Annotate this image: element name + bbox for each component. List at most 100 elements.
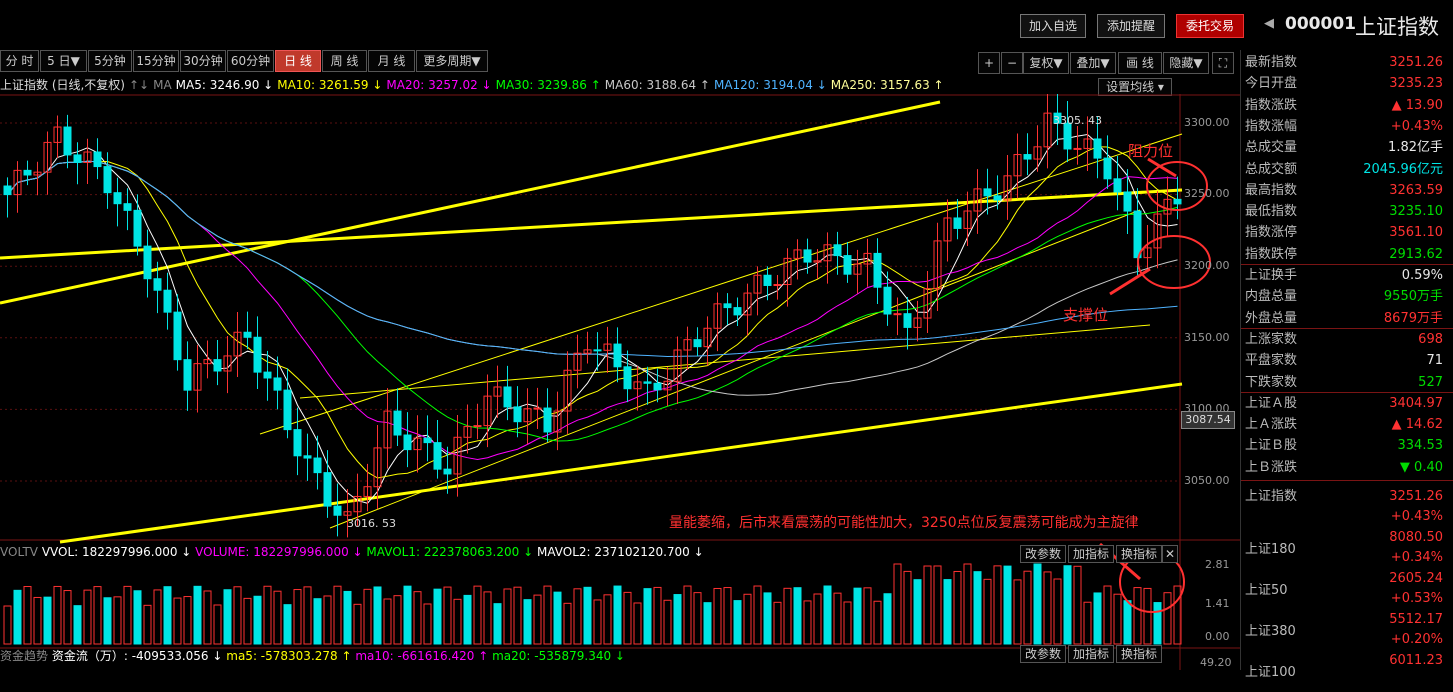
period-tab[interactable]: 周 线: [322, 50, 367, 72]
quote-key: 今日开盘: [1245, 76, 1298, 92]
ma-line: [7, 160, 1178, 396]
index-row[interactable]: 上证180 8080.50 +0.34%: [1245, 527, 1449, 569]
chart-tool-button[interactable]: 画 线: [1118, 52, 1162, 74]
candle-body: [1063, 122, 1072, 150]
mavol1-value: MAVOL1: 222378063.200 ↓: [366, 545, 534, 559]
volume-bar: [123, 585, 132, 645]
volume-bar: [53, 585, 62, 645]
volume-bar: [293, 589, 302, 645]
volume-params-button[interactable]: 改参数: [1020, 545, 1066, 563]
volume-switch-indicator-button[interactable]: 换指标: [1116, 545, 1162, 563]
candle-body: [803, 249, 812, 263]
period-tab[interactable]: 30分钟: [180, 50, 226, 72]
quote-key: 总成交额: [1245, 161, 1298, 177]
trend-line: [299, 324, 1151, 399]
volume-bar: [823, 585, 832, 645]
volume-bar: [593, 599, 602, 645]
add-alert-button[interactable]: 添加提醒: [1097, 14, 1165, 38]
volume-bar: [663, 599, 672, 645]
period-tab[interactable]: 日 线: [275, 50, 321, 72]
volume-bar: [493, 603, 502, 645]
candle-body: [103, 166, 112, 194]
trade-button[interactable]: 委托交易: [1176, 14, 1244, 38]
add-watchlist-button[interactable]: 加入自选: [1020, 14, 1086, 38]
volume-bar: [523, 599, 532, 645]
close-icon[interactable]: ✕: [1162, 545, 1178, 563]
index-row[interactable]: 上证100 6011.23: [1245, 650, 1449, 692]
ma-label: MA: [153, 78, 172, 92]
volume-bar: [43, 596, 52, 645]
volume-bar: [1053, 578, 1062, 645]
flow-params-button[interactable]: 改参数: [1020, 645, 1066, 663]
chart-tool-button[interactable]: +: [978, 52, 1000, 74]
volume-bar: [63, 590, 72, 645]
period-tab[interactable]: 60分钟: [227, 50, 274, 72]
index-key: 上证100: [1245, 665, 1296, 680]
index-value: 8080.50: [1389, 530, 1443, 545]
candle-body: [393, 410, 402, 436]
period-tab[interactable]: 分 时: [0, 50, 39, 72]
candle-body: [733, 307, 742, 316]
volume-bar: [413, 591, 422, 645]
candle-body: [73, 154, 82, 163]
period-tab[interactable]: 月 线: [368, 50, 415, 72]
analysis-comment: 量能萎缩，后市来看震荡的可能性加大，3250点位反复震荡可能成为主旋律: [669, 515, 1139, 531]
volume-bar: [133, 590, 142, 645]
quote-value: 3404.97: [1389, 395, 1443, 411]
volume-bar: [773, 601, 782, 645]
volume-bar: [963, 563, 972, 645]
y-axis-label: 3200.00: [1184, 259, 1230, 272]
volume-bar: [313, 598, 322, 645]
ma-line: [7, 160, 1178, 460]
volume-bar: [1113, 593, 1122, 645]
period-tab[interactable]: 更多周期▼: [416, 50, 488, 72]
candle-body: [313, 457, 322, 474]
volume-bar: [263, 585, 272, 645]
volume-bar: [813, 593, 822, 645]
candle-body: [503, 386, 512, 408]
volume-bar: [383, 598, 392, 645]
flow-switch-indicator-button[interactable]: 换指标: [1116, 645, 1162, 663]
period-tab[interactable]: 5 日▼: [40, 50, 87, 72]
quote-key: 上Ｂ涨跌: [1245, 459, 1298, 475]
volume-bar: [803, 600, 812, 645]
chart-tool-button[interactable]: 隐藏▼: [1163, 52, 1209, 74]
volume-bar: [763, 592, 772, 645]
quote-value: +0.43%: [1390, 118, 1443, 134]
candle-body: [893, 313, 902, 316]
high-label: 3305. 43: [1053, 114, 1102, 127]
volume-bar: [253, 595, 262, 645]
chart-tool-button[interactable]: ⛶: [1212, 52, 1234, 74]
quote-value: 9550万手: [1383, 289, 1443, 305]
flow-add-indicator-button[interactable]: 加指标: [1068, 645, 1114, 663]
candle-body: [123, 203, 132, 211]
volume-bar: [13, 589, 22, 645]
resistance-label: 阻力位: [1128, 142, 1174, 160]
chart-tool-button[interactable]: 复权▼: [1023, 52, 1069, 74]
quote-key: 内盘总量: [1245, 289, 1298, 305]
toggle-icon[interactable]: ↑↓: [129, 78, 149, 92]
candle-body: [723, 303, 732, 309]
index-row[interactable]: 上证50 2605.24 +0.53%: [1245, 568, 1449, 610]
quote-value: 3235.10: [1389, 204, 1443, 220]
volume-add-indicator-button[interactable]: 加指标: [1068, 545, 1114, 563]
volume-bar: [1153, 602, 1162, 645]
period-tab[interactable]: 15分钟: [133, 50, 179, 72]
volume-bar: [563, 602, 572, 645]
candle-body: [693, 339, 702, 348]
chart-tool-button[interactable]: −: [1001, 52, 1023, 74]
flow-legend: 资金趋势 资金流（万）: -409533.056 ↓ ma5: -578303.…: [0, 647, 625, 664]
price-chart[interactable]: [0, 94, 1240, 670]
candle-body: [303, 455, 312, 459]
volume-bar: [733, 600, 742, 645]
index-row[interactable]: 上证380 5512.17 +0.20%: [1245, 609, 1449, 651]
quote-row: 指数跌停 2913.62: [1245, 244, 1449, 265]
chart-tool-button[interactable]: 叠加▼: [1070, 52, 1116, 74]
volume-bar: [873, 600, 882, 645]
index-row[interactable]: 上证指数 3251.26 +0.43%: [1245, 486, 1449, 528]
quote-key: 指数涨跌: [1245, 97, 1298, 113]
period-tab[interactable]: 5分钟: [88, 50, 132, 72]
quote-row: 最新指数 3251.26: [1245, 52, 1449, 73]
collapse-arrow-icon[interactable]: ◀: [1264, 16, 1274, 31]
candle-body: [433, 442, 442, 470]
